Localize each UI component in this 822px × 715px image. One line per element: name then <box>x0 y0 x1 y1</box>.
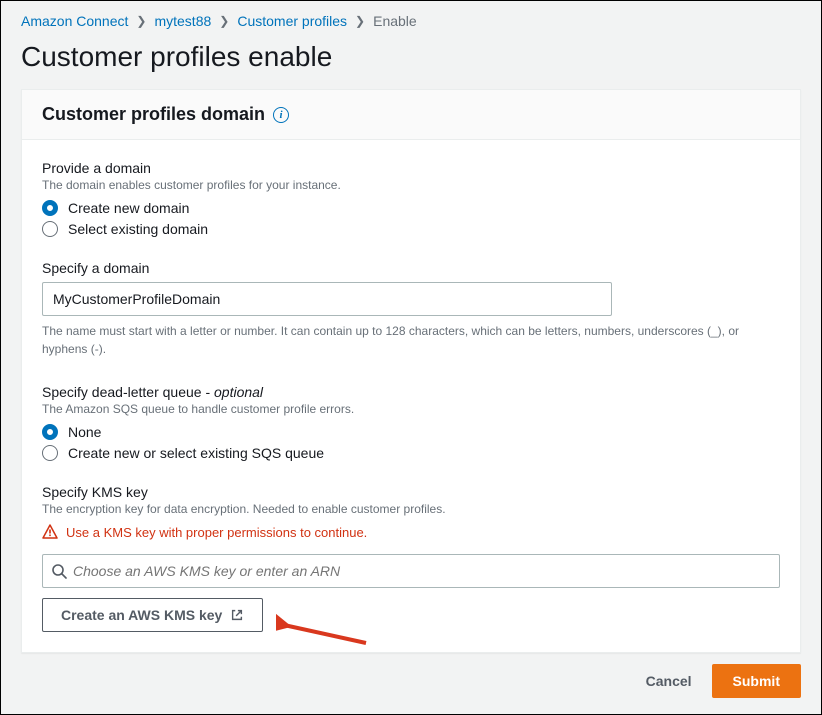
radio-label: Create new domain <box>68 200 189 216</box>
breadcrumb: Amazon Connect ❯ mytest88 ❯ Customer pro… <box>1 1 821 35</box>
kms-key-input[interactable] <box>67 563 771 579</box>
cancel-button[interactable]: Cancel <box>646 673 692 689</box>
specify-domain-label: Specify a domain <box>42 260 780 276</box>
footer-actions: Cancel Submit <box>646 664 801 698</box>
breadcrumb-link-connect[interactable]: Amazon Connect <box>21 13 128 29</box>
provide-domain-label: Provide a domain <box>42 160 780 176</box>
dlq-help: The Amazon SQS queue to handle customer … <box>42 402 780 416</box>
radio-existing-domain[interactable]: Select existing domain <box>42 221 780 237</box>
external-link-icon <box>230 608 244 622</box>
radio-create-domain[interactable]: Create new domain <box>42 200 780 216</box>
radio-dlq-create[interactable]: Create new or select existing SQS queue <box>42 445 780 461</box>
kms-warning-row: Use a KMS key with proper permissions to… <box>42 524 780 540</box>
chevron-right-icon: ❯ <box>136 14 146 28</box>
kms-label: Specify KMS key <box>42 484 780 500</box>
create-kms-key-button[interactable]: Create an AWS KMS key <box>42 598 263 632</box>
search-icon <box>51 563 67 579</box>
card-title: Customer profiles domain <box>42 104 265 125</box>
breadcrumb-link-instance[interactable]: mytest88 <box>154 13 211 29</box>
radio-dlq-none[interactable]: None <box>42 424 780 440</box>
domain-card: Customer profiles domain i Provide a dom… <box>21 89 801 653</box>
chevron-right-icon: ❯ <box>219 14 229 28</box>
breadcrumb-link-profiles[interactable]: Customer profiles <box>237 13 347 29</box>
warning-icon <box>42 524 58 540</box>
radio-icon-checked <box>42 200 58 216</box>
provide-domain-help: The domain enables customer profiles for… <box>42 178 780 192</box>
radio-label: Select existing domain <box>68 221 208 237</box>
domain-name-input[interactable] <box>42 282 612 316</box>
submit-button[interactable]: Submit <box>712 664 801 698</box>
kms-key-search[interactable] <box>42 554 780 588</box>
radio-icon-unchecked <box>42 221 58 237</box>
kms-help: The encryption key for data encryption. … <box>42 502 780 516</box>
button-label: Create an AWS KMS key <box>61 607 222 623</box>
radio-icon-unchecked <box>42 445 58 461</box>
radio-label: None <box>68 424 101 440</box>
kms-warning-text: Use a KMS key with proper permissions to… <box>66 525 367 540</box>
page-title: Customer profiles enable <box>1 35 821 89</box>
breadcrumb-current: Enable <box>373 13 417 29</box>
domain-name-help: The name must start with a letter or num… <box>42 322 780 358</box>
radio-label: Create new or select existing SQS queue <box>68 445 324 461</box>
info-icon[interactable]: i <box>273 107 289 123</box>
dlq-label: Specify dead-letter queue - optional <box>42 384 780 400</box>
chevron-right-icon: ❯ <box>355 14 365 28</box>
radio-icon-checked <box>42 424 58 440</box>
card-header: Customer profiles domain i <box>22 90 800 140</box>
